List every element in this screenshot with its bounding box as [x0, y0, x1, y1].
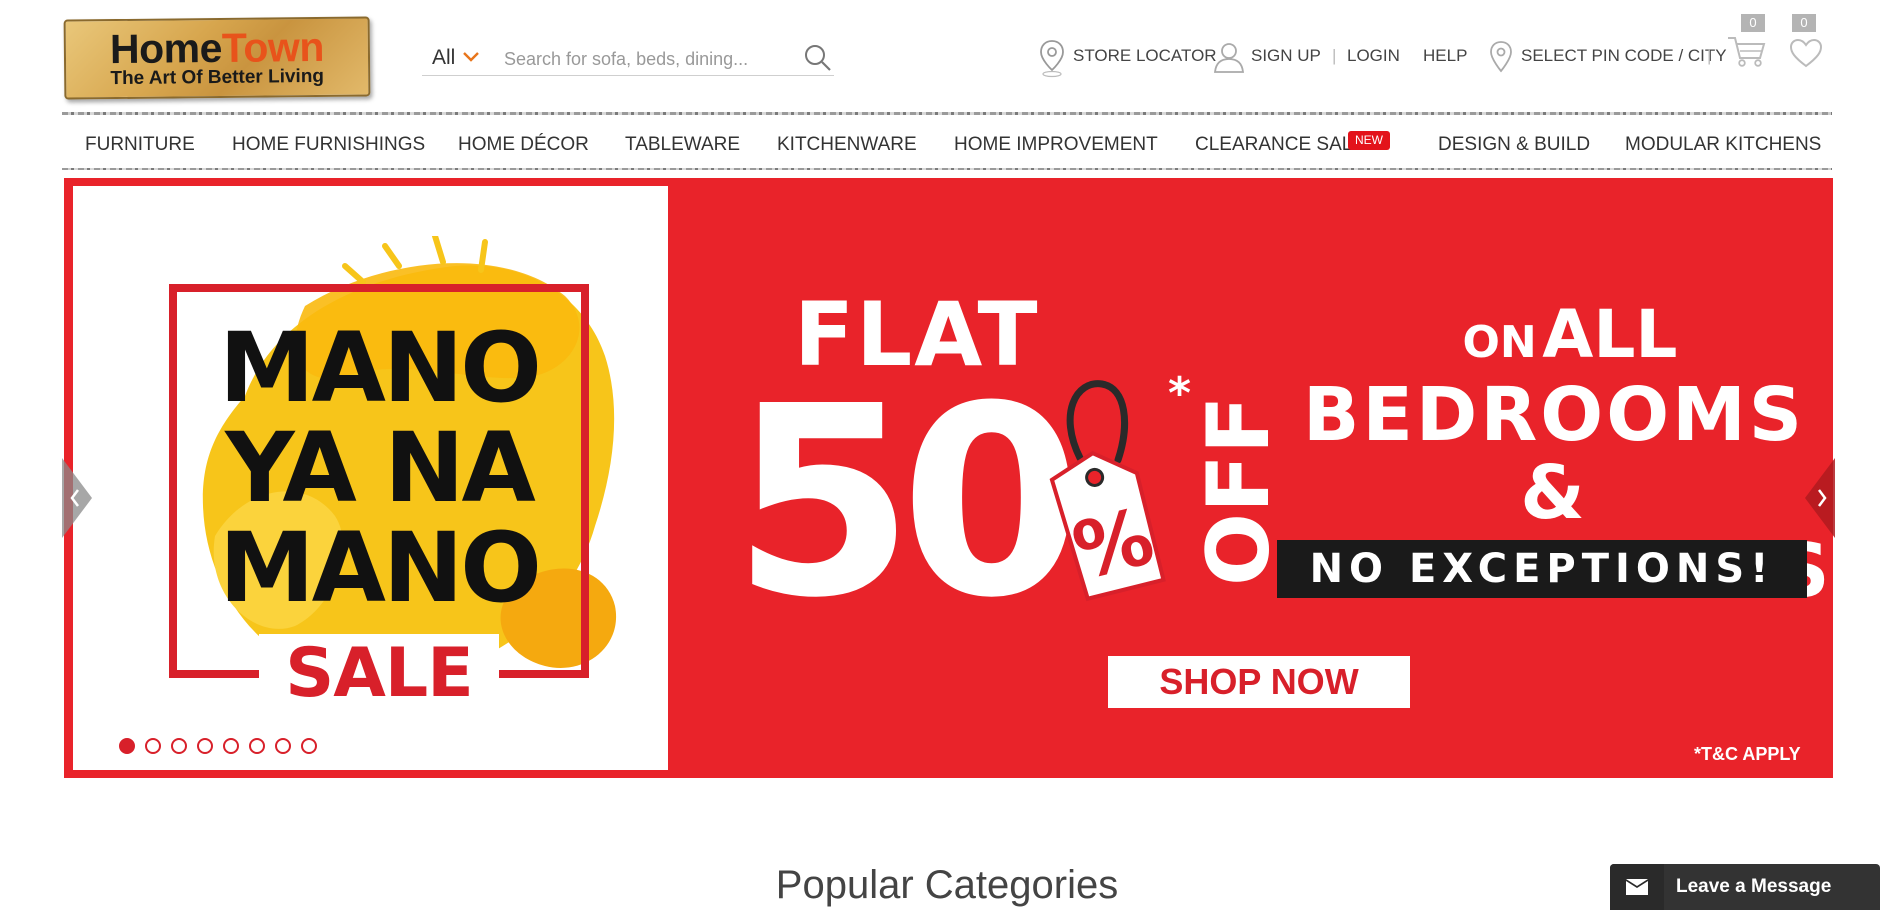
- shopping-cart-icon[interactable]: [1726, 34, 1768, 68]
- carousel-prev-arrow[interactable]: [62, 458, 98, 538]
- carousel-dot[interactable]: [119, 738, 135, 754]
- carousel-dot[interactable]: [301, 738, 317, 754]
- percent-symbol: %: [1065, 492, 1163, 598]
- sign-up-link[interactable]: SIGN UP: [1251, 44, 1321, 68]
- login-link[interactable]: LOGIN: [1347, 44, 1400, 68]
- cart-count-badge: 0: [1741, 14, 1765, 32]
- sale-label: SALE: [259, 634, 499, 714]
- mano-ya-na-mano-title: MANO YA NA MANO: [219, 312, 542, 624]
- user-icon[interactable]: [1212, 40, 1246, 74]
- nav-item-tableware[interactable]: TABLEWARE: [625, 132, 740, 158]
- leave-message-label: Leave a Message: [1676, 876, 1832, 897]
- chevron-down-icon[interactable]: [461, 46, 481, 66]
- nav-item-furniture[interactable]: FURNITURE: [85, 132, 195, 158]
- nav-item-home-furnishings[interactable]: HOME FURNISHINGS: [232, 132, 425, 158]
- search-input[interactable]: [504, 42, 784, 76]
- nav-item-clearance-sale[interactable]: CLEARANCE SALE: [1195, 132, 1365, 158]
- svg-text:OFF: OFF: [1190, 395, 1280, 586]
- leave-message-widget[interactable]: Leave a Message: [1610, 864, 1880, 910]
- asterisk-mark: *: [1168, 368, 1192, 419]
- logo-wordmark: HomeTown: [109, 23, 325, 73]
- store-locator-link[interactable]: STORE LOCATOR: [1073, 44, 1217, 68]
- location-pin-icon[interactable]: [1488, 40, 1514, 74]
- wishlist-count-badge: 0: [1792, 14, 1816, 32]
- shop-now-button[interactable]: SHOP NOW: [1108, 656, 1410, 708]
- carousel-next-arrow[interactable]: [1801, 458, 1837, 538]
- carousel-dot[interactable]: [223, 738, 239, 754]
- carousel-dot[interactable]: [249, 738, 265, 754]
- search-bar: All: [422, 40, 834, 76]
- nav-item-design-build[interactable]: DESIGN & BUILD: [1438, 132, 1590, 158]
- nav-bottom-border: [62, 168, 1832, 170]
- terms-label: *T&C APPLY: [1694, 744, 1801, 764]
- envelope-icon: [1626, 879, 1648, 895]
- help-link[interactable]: HELP: [1423, 44, 1467, 68]
- select-pincode-link[interactable]: SELECT PIN CODE / CITY: [1521, 44, 1727, 68]
- carousel-dot[interactable]: [197, 738, 213, 754]
- carousel-dot[interactable]: [171, 738, 187, 754]
- carousel-dot[interactable]: [275, 738, 291, 754]
- nav-item-modular-kitchens[interactable]: MODULAR KITCHENS: [1625, 132, 1821, 158]
- map-pin-icon[interactable]: [1036, 38, 1068, 78]
- logo-tagline: The Art Of Better Living: [110, 65, 325, 90]
- new-badge: NEW: [1348, 131, 1390, 150]
- search-icon[interactable]: [802, 42, 834, 74]
- nav-item-home-decor[interactable]: HOME DÉCOR: [458, 132, 589, 158]
- carousel-dot[interactable]: [145, 738, 161, 754]
- separator: |: [1332, 46, 1337, 65]
- heart-icon[interactable]: [1789, 38, 1823, 68]
- hometown-logo[interactable]: HomeTown The Art Of Better Living: [63, 16, 371, 100]
- hero-banner[interactable]: MANO YA NA MANO SALE FLAT 50 % * OFF ON …: [62, 178, 1835, 778]
- nav-item-kitchenware[interactable]: KITCHENWARE: [777, 132, 917, 158]
- separator: |: [1707, 46, 1712, 65]
- banner-left-panel: MANO YA NA MANO SALE: [73, 186, 668, 770]
- off-vertical-label: OFF: [1190, 395, 1280, 586]
- search-category-select[interactable]: All: [432, 40, 455, 76]
- nav-item-home-improvement[interactable]: HOME IMPROVEMENT: [954, 132, 1158, 158]
- nav-top-border: [62, 112, 1832, 115]
- no-exceptions-label: NO EXCEPTIONS!: [1277, 540, 1807, 598]
